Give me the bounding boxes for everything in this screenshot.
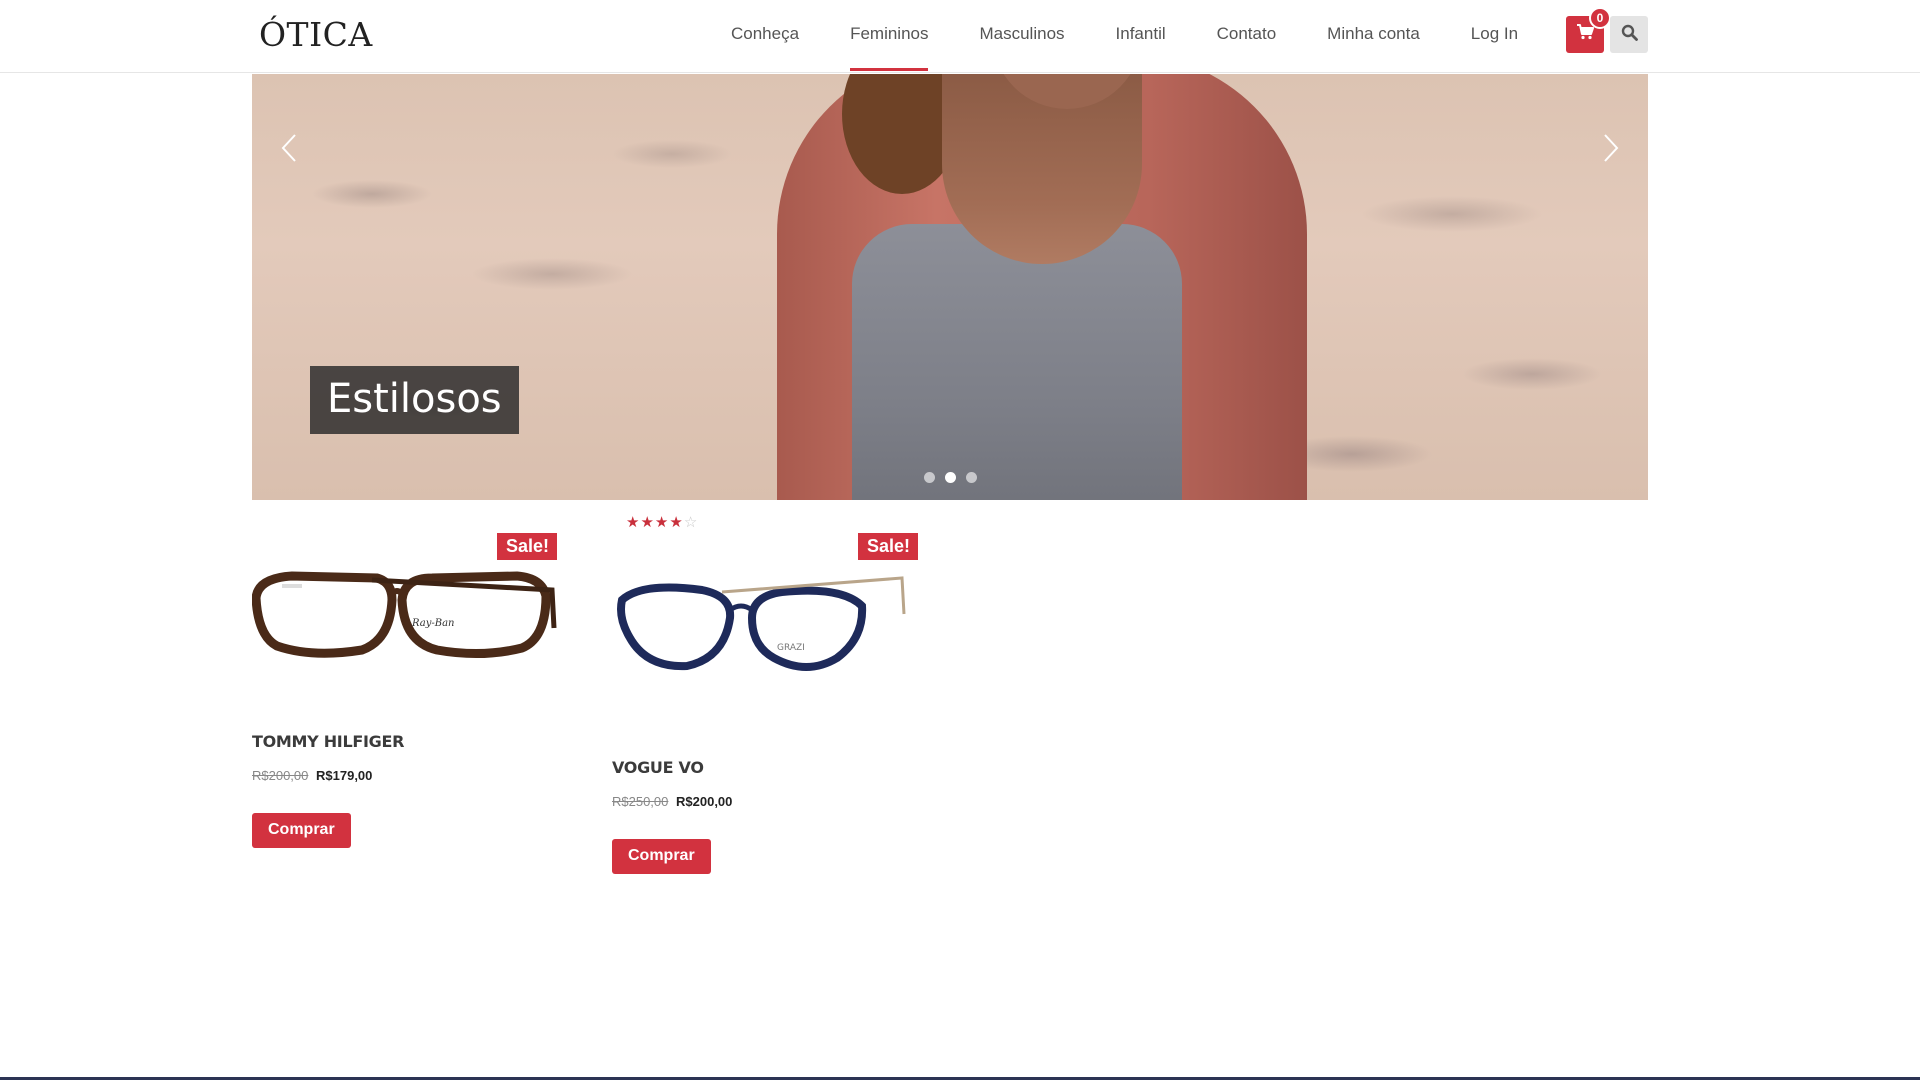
slider-dots xyxy=(924,472,977,483)
main-nav: Conheça Femininos Masculinos Infantil Co… xyxy=(700,0,1518,73)
nav-item-minha-conta[interactable]: Minha conta xyxy=(1327,0,1420,73)
slide-caption-text: Estilosos xyxy=(327,376,502,422)
nav-item-contato[interactable]: Contato xyxy=(1217,0,1277,73)
site-header: ÓTICA Conheça Femininos Masculinos Infan… xyxy=(0,0,1920,73)
star-empty-icon: ☆ xyxy=(683,514,699,531)
product-price: R$250,00 R$200,00 xyxy=(612,794,732,809)
sale-price: R$200,00 xyxy=(676,794,733,809)
star-filled-icon: ★ xyxy=(654,514,670,531)
search-icon xyxy=(1621,24,1638,46)
slider-dot-active[interactable] xyxy=(945,472,956,483)
product-image[interactable]: Ray-Ban xyxy=(251,548,562,678)
search-button[interactable] xyxy=(1610,16,1648,53)
product-price: R$200,00 R$179,00 xyxy=(252,768,372,783)
sale-price: R$179,00 xyxy=(316,768,373,783)
product-image[interactable]: GRAZI xyxy=(612,548,922,678)
slider-next-button[interactable] xyxy=(1596,132,1626,168)
product-title[interactable]: TOMMY HILFIGER xyxy=(252,732,404,751)
hero-slider: Estilosos xyxy=(252,74,1648,500)
nav-item-masculinos[interactable]: Masculinos xyxy=(979,0,1064,73)
buy-button[interactable]: Comprar xyxy=(612,839,711,874)
rating-stars: ★★★★☆ xyxy=(626,513,698,531)
cart-count-badge: 0 xyxy=(1589,7,1611,29)
chevron-left-icon xyxy=(281,133,297,168)
shopping-cart-icon xyxy=(1576,24,1594,45)
svg-text:GRAZI: GRAZI xyxy=(777,643,805,653)
chevron-right-icon xyxy=(1603,133,1619,168)
nav-item-log-in[interactable]: Log In xyxy=(1471,0,1518,73)
product-title[interactable]: VOGUE VO xyxy=(612,758,704,777)
old-price: R$250,00 xyxy=(612,794,669,809)
slider-dot[interactable] xyxy=(924,472,935,483)
site-logo[interactable]: ÓTICA xyxy=(259,15,373,54)
star-filled-icon: ★ xyxy=(640,514,655,531)
star-filled-icon: ★ xyxy=(626,514,641,531)
old-price: R$200,00 xyxy=(252,768,309,783)
svg-text:Ray-Ban: Ray-Ban xyxy=(411,618,455,629)
slider-dot[interactable] xyxy=(966,472,977,483)
slider-prev-button[interactable] xyxy=(274,132,304,168)
nav-item-conheca[interactable]: Conheça xyxy=(731,0,799,73)
slide-caption: Estilosos xyxy=(310,366,519,434)
star-filled-icon: ★ xyxy=(669,514,684,531)
nav-item-infantil[interactable]: Infantil xyxy=(1116,0,1166,73)
nav-item-femininos[interactable]: Femininos xyxy=(850,0,929,73)
buy-button[interactable]: Comprar xyxy=(252,813,351,848)
cart-button[interactable]: 0 xyxy=(1566,7,1611,53)
